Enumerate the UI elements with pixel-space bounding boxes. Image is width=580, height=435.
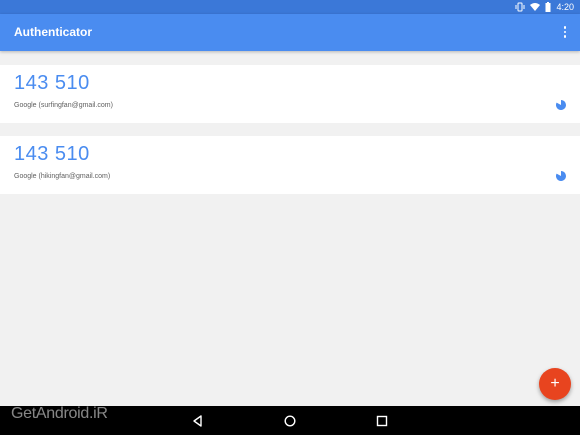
verification-code: 143 510 (14, 72, 90, 94)
watermark-logo: GetAndroid.iR (11, 405, 108, 422)
account-label: Google (surfingfan@gmail.com) (14, 102, 113, 109)
recents-icon[interactable] (375, 414, 389, 428)
verification-code: 143 510 (14, 143, 90, 165)
app-bar: Authenticator (0, 14, 580, 51)
countdown-timer-icon (556, 171, 566, 181)
status-bar: 4:20 (0, 0, 580, 14)
account-label: Google (hikingfan@gmail.com) (14, 173, 111, 180)
account-card[interactable]: 143 510 Google (hikingfan@gmail.com) (0, 136, 580, 194)
home-icon[interactable] (283, 414, 297, 428)
countdown-timer-icon (556, 100, 566, 110)
vibrate-icon (515, 2, 525, 12)
authenticator-screen: 4:20 Authenticator 143 510 Google (surfi… (0, 0, 580, 435)
more-vert-icon[interactable] (558, 23, 572, 41)
add-account-button[interactable]: + (539, 368, 571, 400)
wifi-icon (530, 2, 541, 12)
back-icon[interactable] (191, 414, 205, 428)
plus-icon: + (550, 375, 560, 392)
status-time: 4:20 (556, 2, 574, 12)
account-card[interactable]: 143 510 Google (surfingfan@gmail.com) (0, 65, 580, 123)
battery-icon (545, 2, 551, 12)
app-title: Authenticator (14, 25, 92, 39)
status-icons: 4:20 (515, 1, 574, 13)
